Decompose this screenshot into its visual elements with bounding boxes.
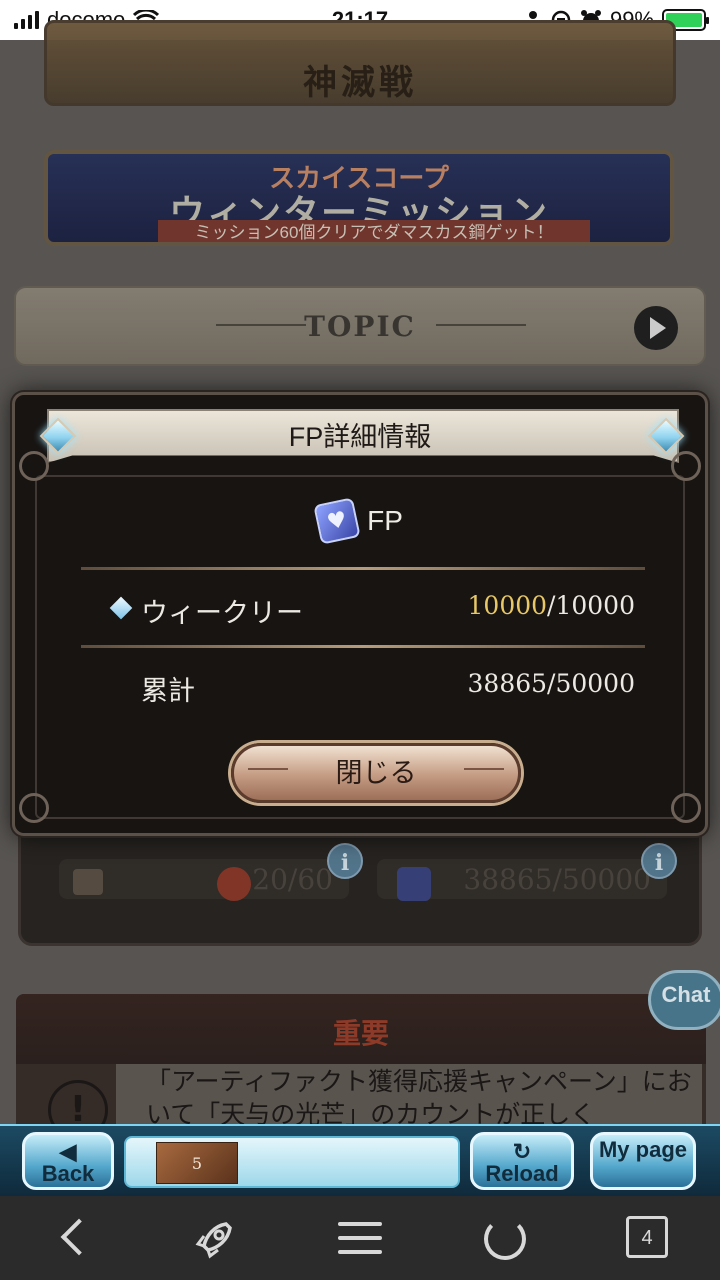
diamond-bullet-icon bbox=[109, 596, 133, 620]
weekly-max: /10000 bbox=[547, 591, 635, 620]
tabs-button[interactable]: 4 bbox=[624, 1214, 674, 1264]
weekly-label: ウィークリー bbox=[141, 598, 303, 628]
scroll-ornament-icon bbox=[19, 793, 49, 823]
close-button[interactable]: 閉じる bbox=[231, 743, 521, 803]
fp-detail-dialog: FP詳細情報 ♥ FP ウィークリー 10000/10000 累計 38865/… bbox=[12, 392, 708, 836]
back-button[interactable]: ◀ Back bbox=[22, 1132, 114, 1190]
total-label: 累計 bbox=[141, 676, 195, 706]
mypage-label: My page bbox=[598, 1137, 688, 1162]
browser-back-icon[interactable] bbox=[48, 1214, 98, 1264]
total-row: 累計 38865/50000 bbox=[101, 669, 635, 709]
mypage-button[interactable]: My page bbox=[590, 1132, 696, 1190]
divider bbox=[81, 567, 645, 570]
menu-icon[interactable] bbox=[336, 1214, 386, 1264]
screen: docomo 21:17 99% 神滅戦 スカイスコープ ウィンターミッション … bbox=[0, 0, 720, 1280]
weekly-current: 10000 bbox=[467, 591, 548, 620]
rocket-icon[interactable] bbox=[190, 1214, 240, 1264]
flourish-right-icon bbox=[464, 768, 504, 778]
item-count: 5 bbox=[191, 1154, 203, 1173]
reload-icon: ↻ bbox=[512, 1139, 532, 1164]
reload-button[interactable]: ↻ Reload bbox=[470, 1132, 574, 1190]
reload-label: Reload bbox=[485, 1161, 559, 1186]
tab-count: 4 bbox=[626, 1216, 668, 1258]
scroll-ornament-icon bbox=[19, 451, 49, 481]
close-label: 閉じる bbox=[335, 758, 417, 788]
flourish-left-icon bbox=[248, 768, 288, 778]
dialog-title: FP詳細情報 bbox=[288, 422, 432, 452]
divider bbox=[81, 645, 645, 648]
currency-label: FP bbox=[367, 505, 403, 536]
back-label: Back bbox=[41, 1161, 95, 1186]
scroll-ornament-icon bbox=[671, 451, 701, 481]
item-thumbnail: 5 bbox=[156, 1142, 238, 1184]
weekly-row: ウィークリー 10000/10000 bbox=[101, 591, 635, 631]
currency-header: ♥ FP bbox=[15, 497, 705, 545]
back-arrow-icon: ◀ bbox=[59, 1139, 77, 1164]
fp-heart-icon: ♥ bbox=[313, 497, 361, 545]
browser-reload-icon[interactable] bbox=[480, 1214, 530, 1264]
scroll-ornament-icon bbox=[671, 793, 701, 823]
total-value: 38865/50000 bbox=[467, 669, 635, 698]
quest-tray[interactable]: 5 bbox=[124, 1136, 460, 1188]
weekly-value: 10000/10000 bbox=[468, 591, 635, 620]
game-nav-bar: ◀ Back 5 ↻ Reload My page bbox=[0, 1124, 720, 1196]
browser-toolbar: 4 bbox=[0, 1196, 720, 1280]
